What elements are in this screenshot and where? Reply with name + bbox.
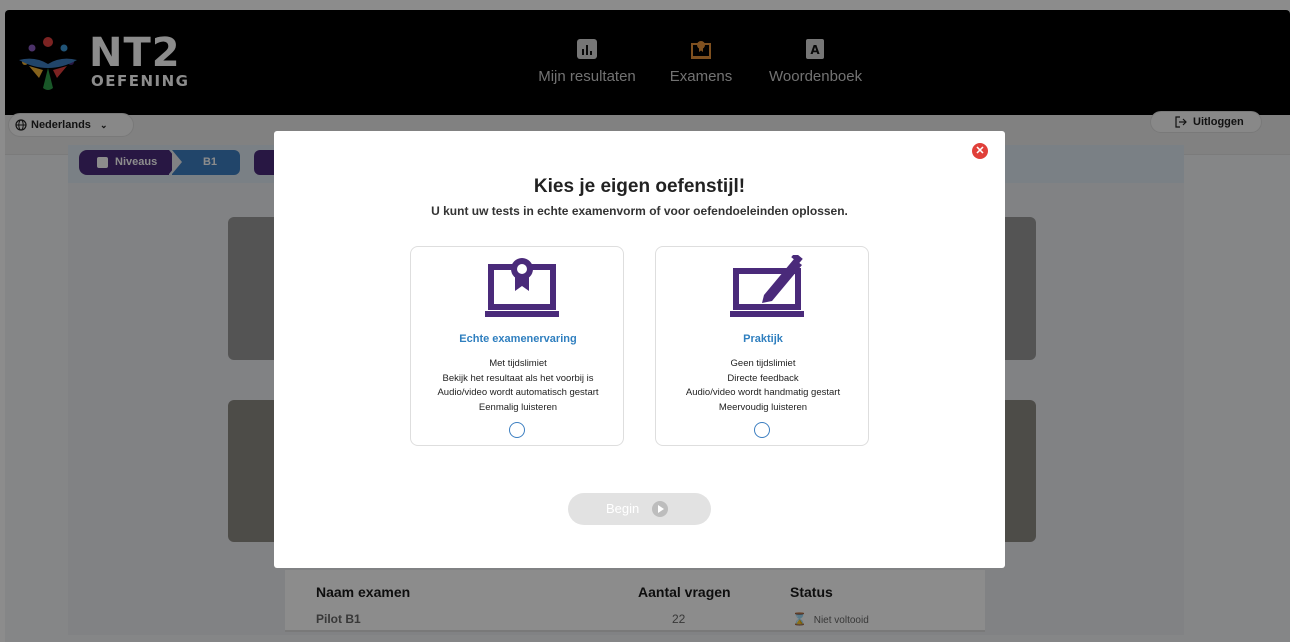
option-line: Geen tijdslimiet: [730, 358, 796, 369]
option-radio[interactable]: [754, 422, 770, 438]
option-description: Met tijdslimiet Bekijk het resultaat als…: [411, 357, 625, 415]
option-echte-examenervaring[interactable]: Echte examenervaring Met tijdslimiet Bek…: [410, 246, 624, 446]
option-description: Geen tijdslimiet Directe feedback Audio/…: [656, 357, 870, 415]
option-title: Echte examenervaring: [459, 333, 577, 345]
option-line: Audio/video wordt automatisch gestart: [437, 387, 599, 398]
laptop-certificate-icon: [485, 258, 559, 317]
option-line: Eenmalig luisteren: [478, 401, 558, 413]
option-line: Met tijdslimiet: [489, 358, 547, 369]
begin-label: Begin: [606, 501, 640, 516]
option-title: Praktijk: [743, 333, 783, 345]
laptop-pen-icon: [730, 255, 804, 317]
option-line: Directe feedback: [727, 372, 799, 384]
play-icon: [652, 501, 668, 517]
close-icon[interactable]: ✕: [972, 143, 988, 159]
option-praktijk[interactable]: Praktijk Geen tijdslimiet Directe feedba…: [655, 246, 869, 446]
option-line: Meervoudig luisteren: [718, 401, 808, 413]
option-line: Audio/video wordt handmatig gestart: [685, 387, 841, 398]
begin-button[interactable]: Begin: [568, 493, 711, 525]
modal-title: Kies je eigen oefenstijl!: [533, 176, 746, 197]
modal-subtitle: U kunt uw tests in echte examenvorm of v…: [431, 204, 848, 218]
option-radio[interactable]: [509, 422, 525, 438]
style-choice-modal: ✕ Kies je eigen oefenstijl! U kunt uw te…: [274, 131, 1005, 568]
option-line: Bekijk het resultaat als het voorbij is: [442, 372, 594, 384]
